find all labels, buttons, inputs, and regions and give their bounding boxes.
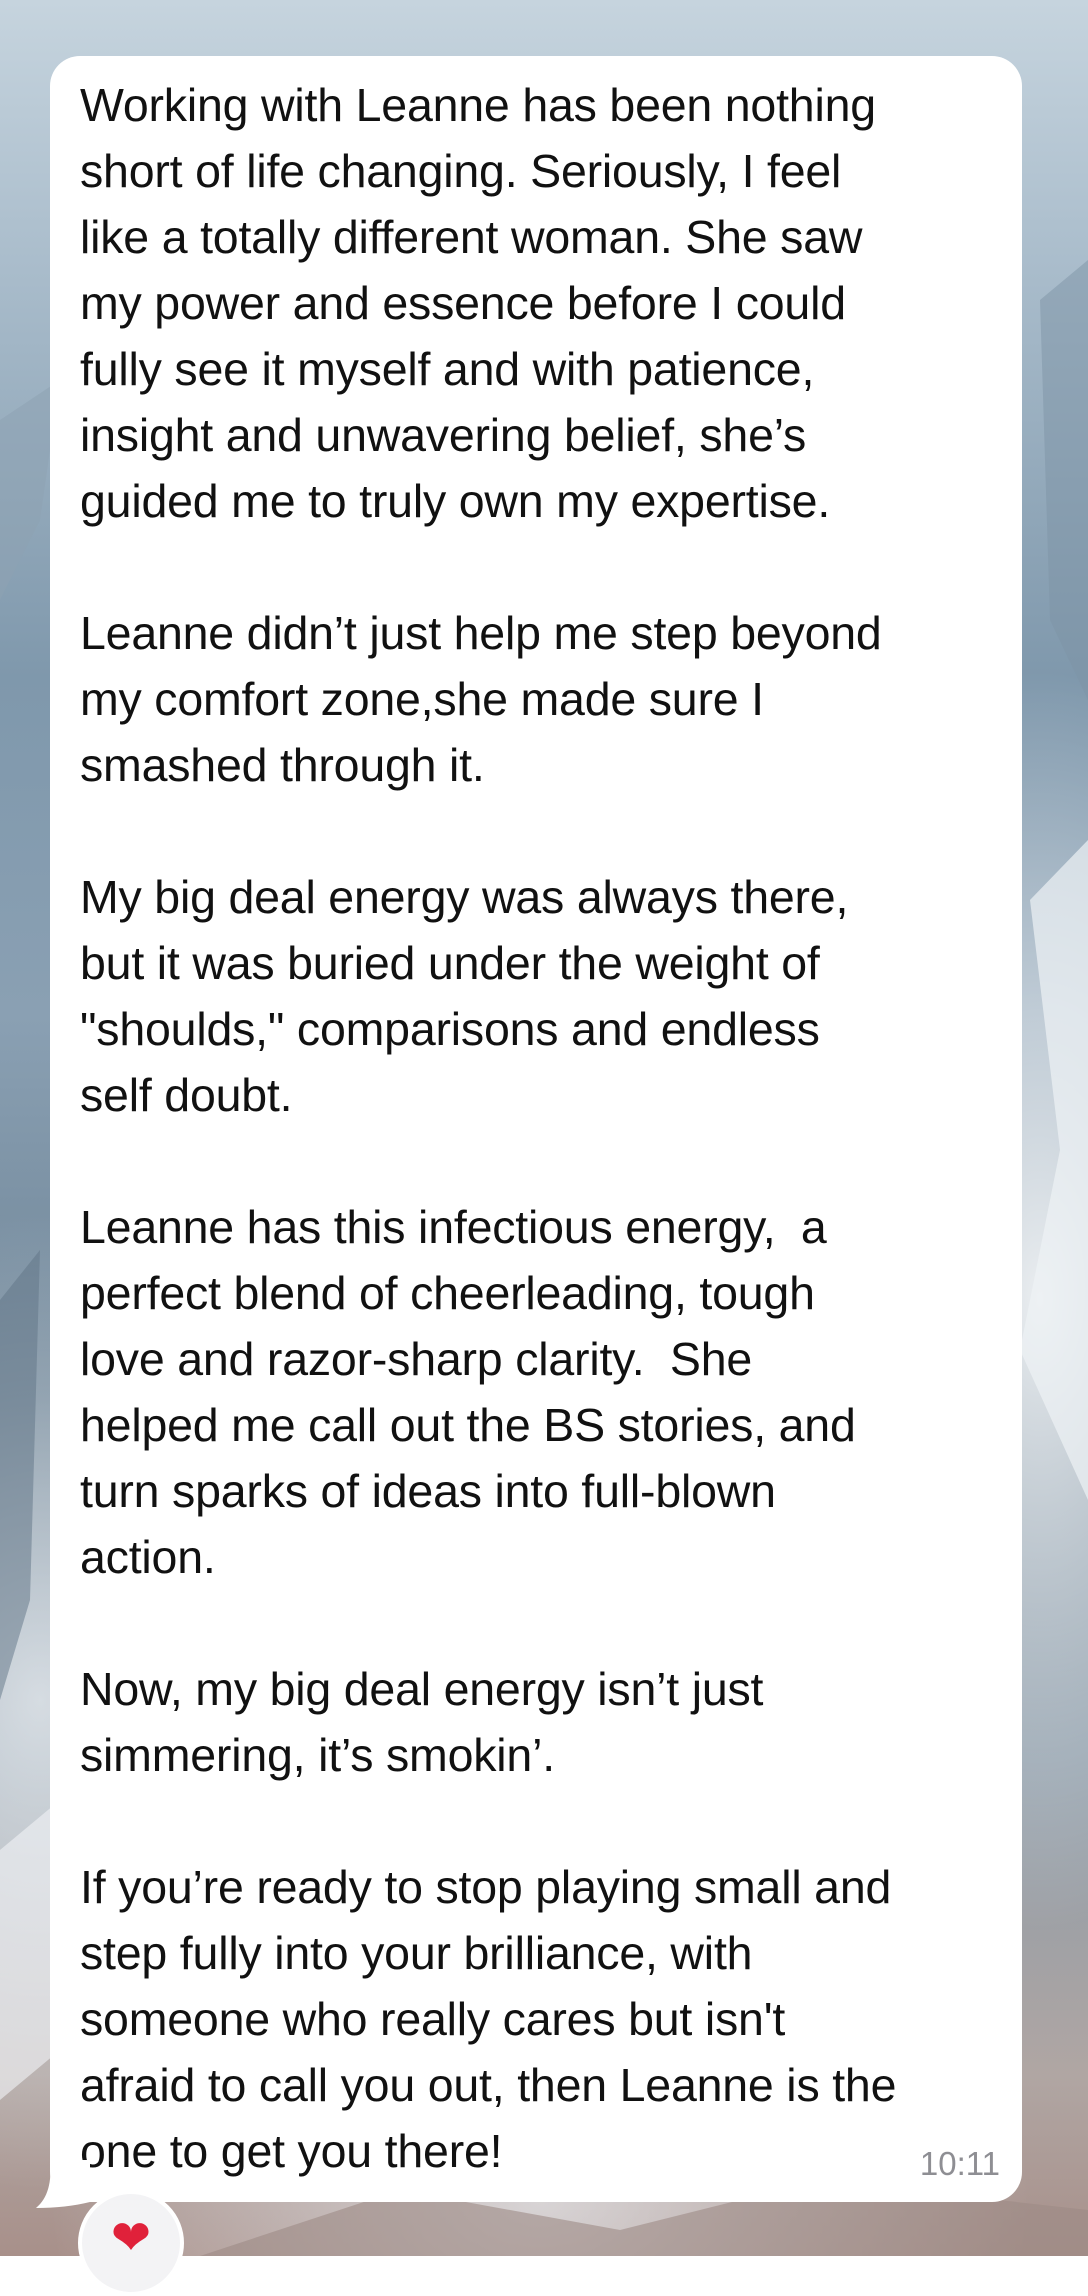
message-bubble[interactable]: Working with Leanne has been nothing sho… [50, 56, 1022, 2202]
bubble-tail [36, 2160, 90, 2208]
message-timestamp: 10:11 [919, 2145, 1000, 2182]
heart-reaction-badge[interactable]: ❤ [78, 2190, 184, 2296]
message-text: Working with Leanne has been nothing sho… [80, 79, 897, 2177]
heart-icon: ❤ [110, 2210, 152, 2266]
